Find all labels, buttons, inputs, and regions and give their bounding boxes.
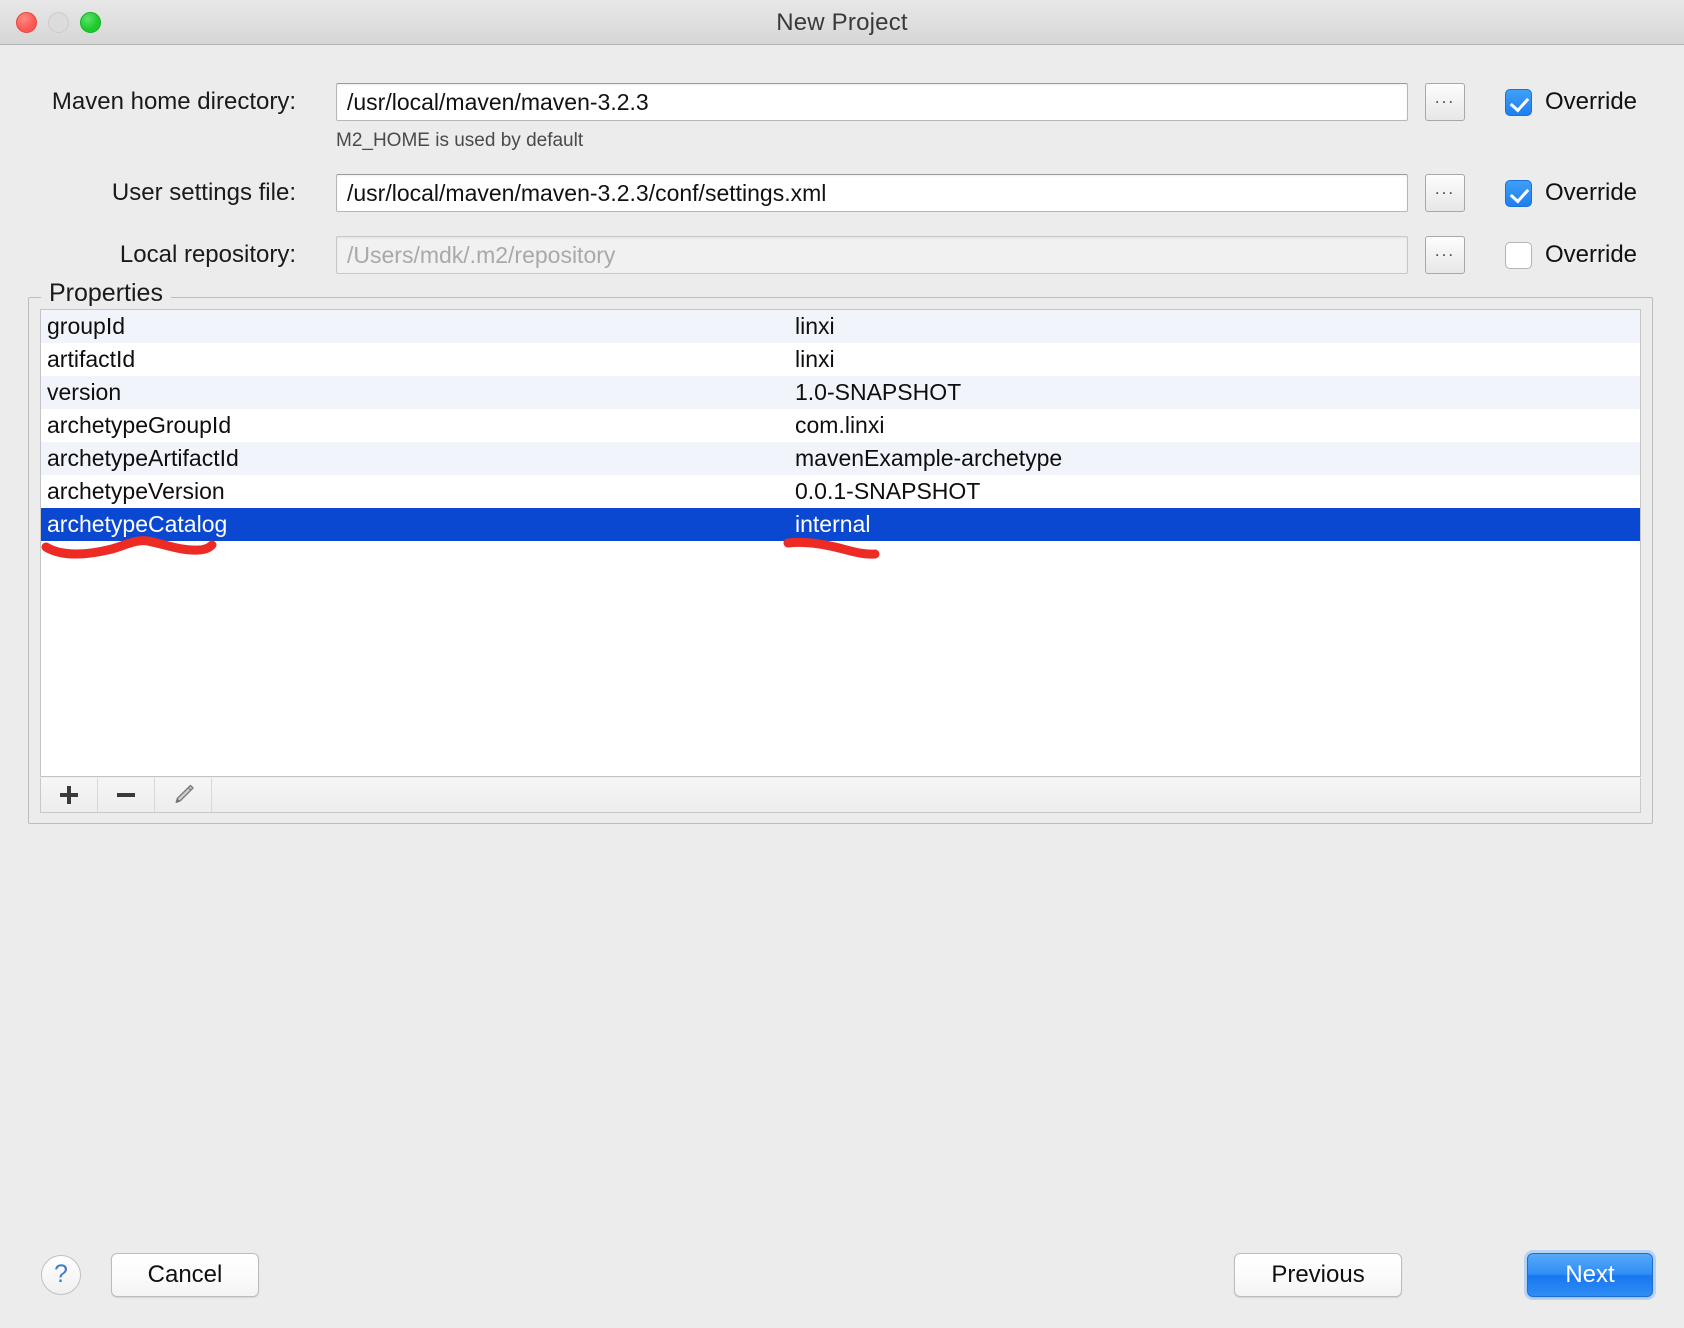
property-value: linxi — [795, 346, 835, 372]
user-settings-browse-button[interactable]: ... — [1425, 174, 1465, 212]
user-settings-file-label: User settings file: — [111, 179, 296, 206]
table-row[interactable]: archetypeGroupId com.linxi — [41, 409, 1640, 442]
property-key: archetypeGroupId — [47, 412, 232, 438]
property-key: archetypeVersion — [47, 478, 225, 504]
toolbar-filler — [212, 778, 1640, 812]
window-title: New Project — [776, 9, 908, 36]
property-value: 1.0-SNAPSHOT — [795, 379, 962, 405]
local-repository-override-label: Override — [1545, 241, 1638, 268]
property-key: version — [47, 379, 122, 405]
table-row[interactable]: archetypeVersion 0.0.1-SNAPSHOT — [41, 475, 1640, 508]
user-settings-file-input[interactable]: /usr/local/maven/maven-3.2.3/conf/settin… — [336, 174, 1408, 212]
remove-property-button[interactable] — [98, 778, 155, 812]
plus-icon — [57, 783, 81, 807]
local-repository-override-group[interactable]: Override — [1505, 236, 1637, 274]
local-repository-row: Local repository: /Users/mdk/.m2/reposit… — [0, 236, 1684, 274]
property-value: com.linxi — [795, 412, 885, 438]
property-key: archetypeArtifactId — [47, 445, 239, 471]
maven-home-override-label: Override — [1545, 88, 1638, 115]
property-value: mavenExample-archetype — [795, 445, 1063, 471]
properties-toolbar — [40, 778, 1641, 813]
property-value: 0.0.1-SNAPSHOT — [795, 478, 981, 504]
local-repository-input[interactable]: /Users/mdk/.m2/repository — [336, 236, 1408, 274]
maven-home-directory-input[interactable]: /usr/local/maven/maven-3.2.3 — [336, 83, 1408, 121]
table-row[interactable]: version 1.0-SNAPSHOT — [41, 376, 1640, 409]
property-value: linxi — [795, 313, 835, 339]
pencil-icon — [170, 782, 196, 808]
user-settings-override-label: Override — [1545, 179, 1638, 206]
table-row-selected[interactable]: archetypeCatalog internal — [41, 508, 1640, 541]
properties-group: Properties groupId linxi artifactId linx… — [28, 279, 1653, 824]
cancel-button[interactable]: Cancel — [111, 1253, 259, 1297]
local-repository-label-box: Local repository: — [0, 236, 296, 274]
add-property-button[interactable] — [41, 778, 98, 812]
properties-group-title: Properties — [41, 279, 171, 308]
property-value: internal — [795, 511, 871, 537]
edit-property-button[interactable] — [155, 778, 212, 812]
m2-home-hint: M2_HOME is used by default — [336, 130, 584, 151]
property-key: groupId — [47, 313, 126, 339]
minus-icon — [114, 783, 138, 807]
window-titlebar: New Project — [0, 0, 1684, 45]
maven-home-directory-label: Maven home directory: — [51, 88, 296, 115]
table-row[interactable]: artifactId linxi — [41, 343, 1640, 376]
maven-home-override-group[interactable]: Override — [1505, 83, 1637, 121]
local-repository-label: Local repository: — [119, 241, 296, 268]
previous-button[interactable]: Previous — [1234, 1253, 1402, 1297]
local-repository-browse-button[interactable]: ... — [1425, 236, 1465, 274]
properties-table: groupId linxi artifactId linxi version 1… — [40, 309, 1641, 777]
maven-home-directory-row: Maven home directory: /usr/local/maven/m… — [0, 83, 1684, 121]
property-key: artifactId — [47, 346, 136, 372]
user-settings-file-row: User settings file: /usr/local/maven/mav… — [0, 174, 1684, 212]
help-button[interactable]: ? — [41, 1255, 81, 1295]
next-button[interactable]: Next — [1527, 1253, 1653, 1297]
user-settings-override-checkbox[interactable] — [1505, 179, 1532, 207]
maven-home-override-checkbox[interactable] — [1505, 88, 1532, 116]
user-settings-file-label-box: User settings file: — [0, 174, 296, 212]
local-repository-override-checkbox[interactable] — [1505, 241, 1532, 269]
maven-home-directory-label-box: Maven home directory: — [0, 83, 296, 121]
table-row[interactable]: groupId linxi — [41, 310, 1640, 343]
user-settings-override-group[interactable]: Override — [1505, 174, 1637, 212]
maven-home-browse-button[interactable]: ... — [1425, 83, 1465, 121]
table-row[interactable]: archetypeArtifactId mavenExample-archety… — [41, 442, 1640, 475]
property-key: archetypeCatalog — [47, 511, 228, 537]
